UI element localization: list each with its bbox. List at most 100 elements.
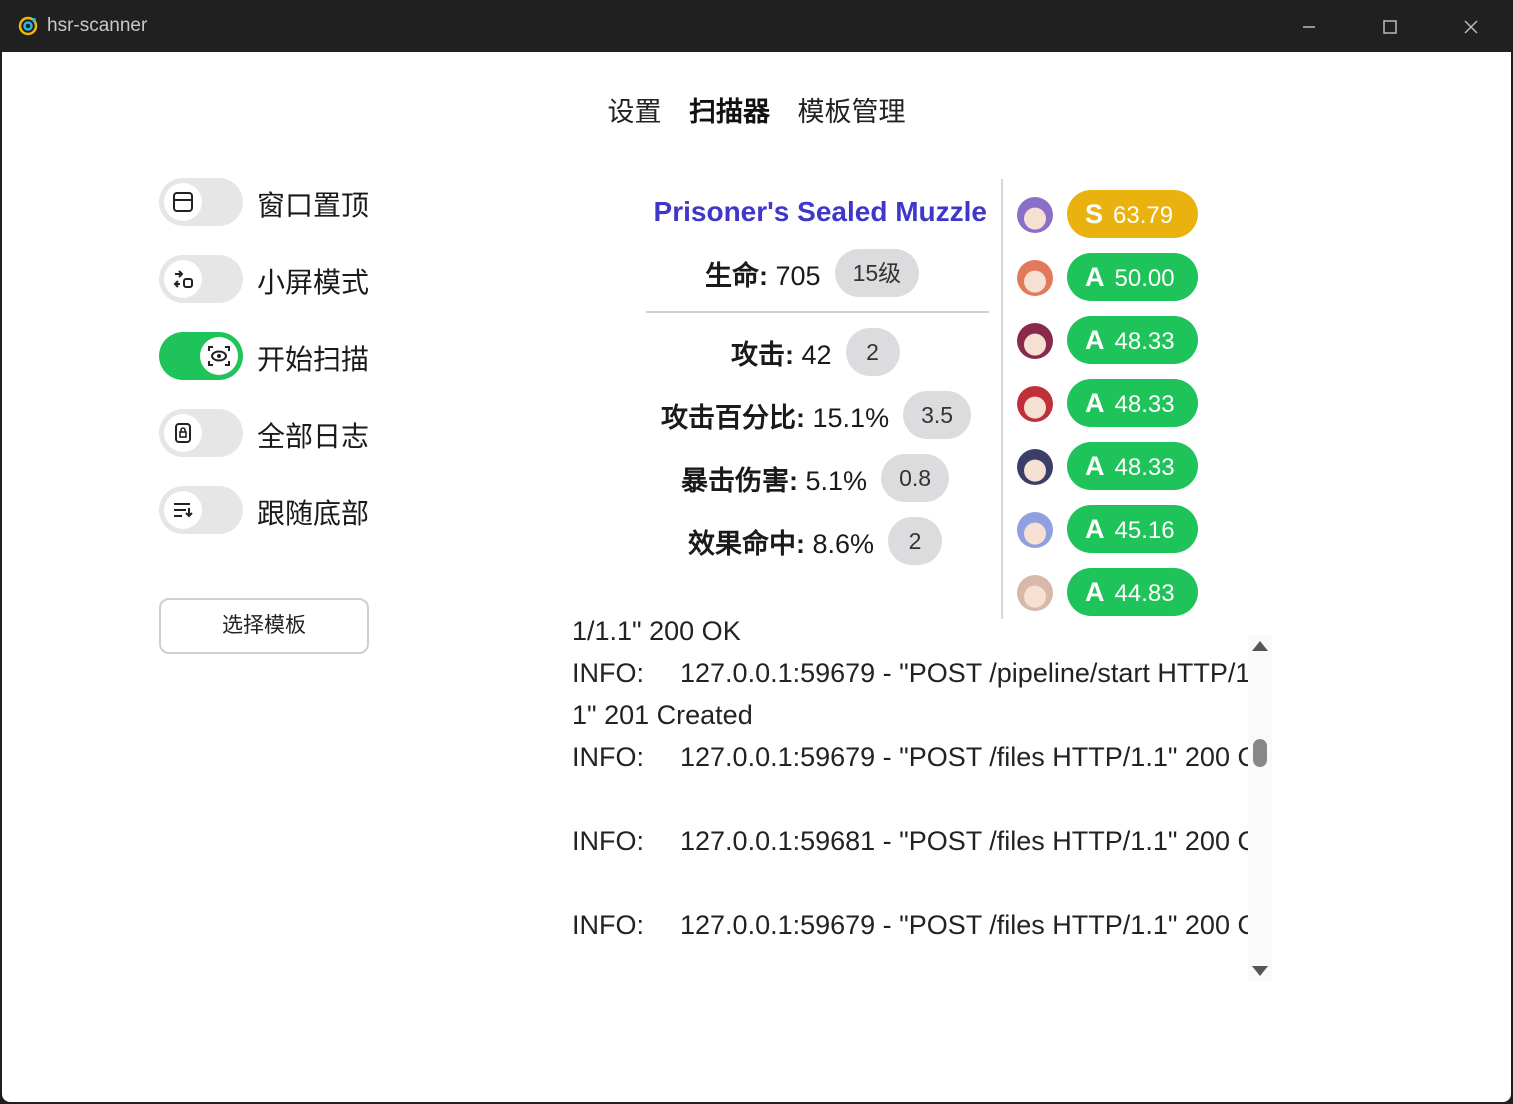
sub-stat-name: 效果命中 [688, 528, 796, 559]
sub-stat-badge: 0.8 [881, 454, 950, 502]
score-row: A 50.00 [1017, 253, 1217, 303]
stat-divider [646, 311, 989, 313]
top-nav: 设置 扫描器 模板管理 [2, 90, 1511, 129]
score-row: A 48.33 [1017, 316, 1217, 366]
log-level: INFO: [572, 826, 644, 856]
toggle-row-all-logs: 全部日志 [159, 409, 419, 459]
app-logo-icon [18, 16, 38, 36]
sub-stat-value: 5.1% [805, 465, 868, 496]
log-line: INFO: 127.0.0.1:59679 - "POST /pipeline/s… [572, 652, 1248, 694]
score-badge: A 45.16 [1067, 505, 1198, 553]
grade-label: S [1085, 199, 1104, 229]
log-line: INFO: 127.0.0.1:59679 - "POST /files HTTP… [572, 904, 1248, 946]
score-row: A 48.33 [1017, 379, 1217, 429]
log-level: INFO: [572, 910, 644, 940]
tab-scanner[interactable]: 扫描器 [689, 90, 770, 129]
toggle-start-scan[interactable] [159, 332, 243, 380]
toggle-row-start-scan: 开始扫描 [159, 332, 419, 382]
sub-stat-name: 攻击百分比 [661, 402, 796, 433]
main-content: 设置 扫描器 模板管理 窗口置顶 小屏模式 开始扫描 全部日志 跟随底部 选择模… [2, 52, 1511, 1102]
toggle-label-window-pin: 窗口置顶 [257, 190, 370, 221]
score-row: A 44.83 [1017, 568, 1217, 618]
score-value: 50.00 [1114, 265, 1175, 292]
score-value: 48.33 [1114, 454, 1175, 481]
main-stat: 生命: 705 15级 [705, 249, 920, 297]
log-scrollbar[interactable] [1248, 635, 1272, 982]
scroll-up-icon[interactable] [1252, 641, 1268, 651]
log-level: INFO: [572, 742, 644, 772]
log-text: 1" 201 Created [572, 700, 753, 730]
app-window: hsr-scanner 设置 扫描器 模板管理 窗口置顶 小屏模式 开始扫描 全… [0, 0, 1513, 1104]
character-avatar [1017, 323, 1053, 359]
window-pin-icon [173, 192, 193, 212]
scroll-thumb[interactable] [1253, 739, 1267, 767]
level-badge: 15级 [834, 249, 920, 297]
character-avatar [1017, 449, 1053, 485]
toggle-small-screen[interactable] [159, 255, 243, 303]
title-bar[interactable]: hsr-scanner [0, 0, 1513, 52]
tab-settings[interactable]: 设置 [607, 90, 661, 129]
log-text: 127.0.0.1:59679 - "POST /files HTTP/1.1"… [680, 910, 1248, 940]
sub-stat: 暴击伤害: 5.1% 0.8 [681, 454, 950, 502]
sub-stat-badge: 3.5 [903, 391, 972, 439]
score-value: 45.16 [1114, 517, 1175, 544]
log-line: 1" 201 Created [572, 694, 1248, 736]
score-row: A 48.33 [1017, 442, 1217, 492]
sub-stat-badge: 2 [845, 328, 900, 376]
sub-stat-name: 攻击 [731, 339, 785, 370]
toggle-label-small-screen: 小屏模式 [257, 267, 370, 298]
grade-label: A [1085, 262, 1105, 292]
score-value: 48.33 [1114, 391, 1175, 418]
tab-template-management[interactable]: 模板管理 [798, 90, 906, 129]
log-text: 127.0.0.1:59679 - "POST /files HTTP/1.1"… [680, 742, 1248, 772]
toggle-window-pin[interactable] [159, 178, 243, 226]
score-value: 44.83 [1114, 580, 1175, 607]
toggle-label-follow-bottom: 跟随底部 [257, 498, 370, 529]
toggle-all-logs[interactable] [159, 409, 243, 457]
scroll-down-icon[interactable] [1252, 966, 1268, 976]
main-stat-name: 生命 [705, 260, 759, 291]
score-badge: A 44.83 [1067, 568, 1198, 616]
log-level: INFO: [572, 658, 644, 688]
sub-stat-value: 42 [801, 339, 832, 370]
minimize-icon[interactable] [1289, 12, 1329, 42]
toggle-row-window-pin: 窗口置顶 [159, 178, 419, 228]
sub-stat-value: 15.1% [812, 402, 890, 433]
log-line: 1/1.1" 200 OK [572, 617, 1248, 652]
sub-stat: 效果命中: 8.6% 2 [688, 517, 943, 565]
score-badge: A 50.00 [1067, 253, 1198, 301]
maximize-icon[interactable] [1370, 12, 1410, 42]
log-text: 127.0.0.1:59681 - "POST /files HTTP/1.1"… [680, 826, 1248, 856]
grade-label: A [1085, 451, 1105, 481]
lock-log-icon [175, 423, 191, 443]
score-badge: A 48.33 [1067, 442, 1198, 490]
score-badge: S 63.79 [1067, 190, 1198, 238]
sub-stat: 攻击百分比: 15.1% 3.5 [661, 391, 972, 439]
window-title: hsr-scanner [47, 15, 148, 36]
score-badge: A 48.33 [1067, 379, 1198, 427]
log-panel[interactable]: 1/1.1" 200 OK INFO: 127.0.0.1:59679 - "POS… [572, 617, 1248, 982]
sub-stat: 攻击: 42 2 [731, 328, 900, 376]
toggle-follow-bottom[interactable] [159, 486, 243, 534]
toggle-row-follow-bottom: 跟随底部 [159, 486, 419, 536]
toggle-label-all-logs: 全部日志 [257, 421, 370, 452]
log-text: 1/1.1" 200 OK [572, 617, 741, 646]
score-value: 63.79 [1113, 202, 1174, 229]
select-template-button[interactable]: 选择模板 [159, 598, 369, 654]
grade-label: A [1085, 514, 1105, 544]
log-line: INFO: 127.0.0.1:59681 - "POST /files HTTP… [572, 820, 1248, 862]
list-follow-icon [174, 503, 193, 518]
grade-label: A [1085, 388, 1105, 418]
character-avatar [1017, 260, 1053, 296]
character-avatar [1017, 197, 1053, 233]
sub-stat-value: 8.6% [812, 528, 875, 559]
sub-stat-badge: 2 [888, 517, 943, 565]
toggle-row-small-screen: 小屏模式 [159, 255, 419, 305]
character-avatar [1017, 575, 1053, 611]
close-icon[interactable] [1451, 12, 1491, 42]
relic-name: Prisoner's Sealed Muzzle [653, 196, 987, 227]
score-row: S 63.79 [1017, 190, 1217, 240]
character-avatar [1017, 386, 1053, 422]
